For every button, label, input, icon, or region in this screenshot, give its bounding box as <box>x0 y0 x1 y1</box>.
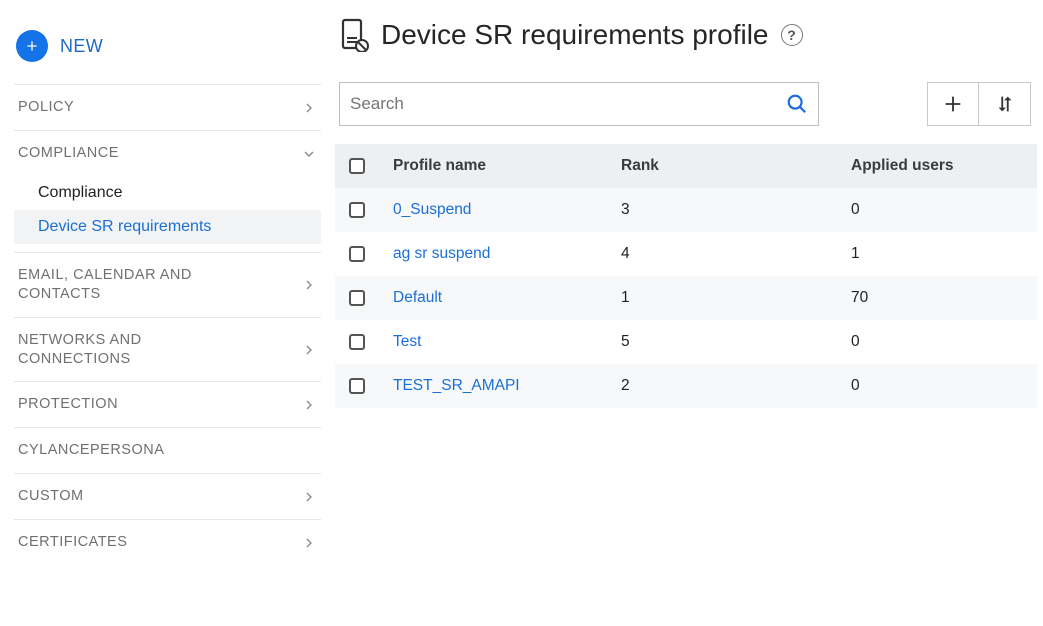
row-checkbox[interactable] <box>349 334 365 350</box>
sidebar-subitem-compliance[interactable]: Compliance <box>14 176 321 210</box>
profile-users: 0 <box>851 333 1023 351</box>
sidebar-item-networks[interactable]: NETWORKS AND CONNECTIONS <box>14 317 321 382</box>
select-all-checkbox[interactable] <box>349 158 365 174</box>
sidebar-item-label: EMAIL, CALENDAR AND CONTACTS <box>18 266 238 304</box>
sidebar-subitem-device-sr[interactable]: Device SR requirements <box>14 210 321 244</box>
profile-name-link[interactable]: Test <box>393 333 621 351</box>
chevron-right-icon <box>301 100 317 116</box>
plus-icon <box>942 93 964 115</box>
row-checkbox[interactable] <box>349 378 365 394</box>
sidebar-item-label: PROTECTION <box>18 395 118 414</box>
table-row: ag sr suspend41 <box>335 232 1037 276</box>
toolbar <box>335 82 1037 126</box>
table-body: 0_Suspend30ag sr suspend41Default170Test… <box>335 188 1037 408</box>
search-icon[interactable] <box>786 93 808 115</box>
col-header-rank[interactable]: Rank <box>621 157 851 175</box>
page-title: Device SR requirements profile <box>381 19 769 51</box>
plus-circle-icon <box>16 30 48 62</box>
profiles-table: Profile name Rank Applied users 0_Suspen… <box>335 144 1037 408</box>
row-checkbox[interactable] <box>349 290 365 306</box>
sidebar-item-label: NETWORKS AND CONNECTIONS <box>18 331 238 369</box>
profile-users: 1 <box>851 245 1023 263</box>
chevron-right-icon <box>301 397 317 413</box>
sidebar-item-certificates[interactable]: CERTIFICATES <box>14 519 321 565</box>
profile-users: 0 <box>851 377 1023 395</box>
search-box <box>339 82 819 126</box>
add-button[interactable] <box>927 82 979 126</box>
table-row: TEST_SR_AMAPI20 <box>335 364 1037 408</box>
chevron-right-icon <box>301 342 317 358</box>
sidebar: NEW POLICY COMPLIANCE Compliance Device … <box>0 0 335 626</box>
compliance-subitems: Compliance Device SR requirements <box>14 176 321 252</box>
main-panel: Device SR requirements profile ? <box>335 0 1043 626</box>
page-header: Device SR requirements profile ? <box>335 18 1037 52</box>
row-checkbox[interactable] <box>349 202 365 218</box>
col-header-users[interactable]: Applied users <box>851 157 1023 175</box>
profile-rank: 3 <box>621 201 851 219</box>
chevron-right-icon <box>301 489 317 505</box>
profile-rank: 4 <box>621 245 851 263</box>
new-button-label: NEW <box>60 36 103 57</box>
sidebar-item-label: POLICY <box>18 98 74 117</box>
chevron-down-icon <box>301 146 317 162</box>
sidebar-item-label: CYLANCEPERSONA <box>18 441 164 460</box>
sidebar-item-compliance[interactable]: COMPLIANCE <box>14 130 321 176</box>
profile-name-link[interactable]: ag sr suspend <box>393 245 621 263</box>
table-row: Default170 <box>335 276 1037 320</box>
help-icon[interactable]: ? <box>781 24 803 46</box>
profile-rank: 2 <box>621 377 851 395</box>
chevron-right-icon <box>301 535 317 551</box>
table-row: Test50 <box>335 320 1037 364</box>
sidebar-item-custom[interactable]: CUSTOM <box>14 473 321 519</box>
profile-name-link[interactable]: 0_Suspend <box>393 201 621 219</box>
profile-rank: 1 <box>621 289 851 307</box>
col-header-name[interactable]: Profile name <box>393 157 621 175</box>
profile-users: 70 <box>851 289 1023 307</box>
sidebar-nav: POLICY COMPLIANCE Compliance Device SR r… <box>14 84 321 565</box>
sidebar-item-email-calendar[interactable]: EMAIL, CALENDAR AND CONTACTS <box>14 252 321 317</box>
profile-users: 0 <box>851 201 1023 219</box>
search-input[interactable] <box>350 94 778 114</box>
action-buttons <box>927 82 1031 126</box>
sort-button[interactable] <box>979 82 1031 126</box>
chevron-right-icon <box>301 277 317 293</box>
row-checkbox[interactable] <box>349 246 365 262</box>
table-header: Profile name Rank Applied users <box>335 144 1037 188</box>
profile-name-link[interactable]: TEST_SR_AMAPI <box>393 377 621 395</box>
profile-name-link[interactable]: Default <box>393 289 621 307</box>
profile-rank: 5 <box>621 333 851 351</box>
table-row: 0_Suspend30 <box>335 188 1037 232</box>
sidebar-item-cylancepersona[interactable]: CYLANCEPERSONA <box>14 427 321 473</box>
sort-icon <box>994 93 1016 115</box>
sidebar-item-policy[interactable]: POLICY <box>14 84 321 130</box>
sidebar-item-protection[interactable]: PROTECTION <box>14 381 321 427</box>
sidebar-item-label: CERTIFICATES <box>18 533 127 552</box>
new-button[interactable]: NEW <box>14 20 321 84</box>
sidebar-item-label: CUSTOM <box>18 487 84 506</box>
sidebar-item-label: COMPLIANCE <box>18 144 119 163</box>
device-profile-icon <box>339 18 369 52</box>
